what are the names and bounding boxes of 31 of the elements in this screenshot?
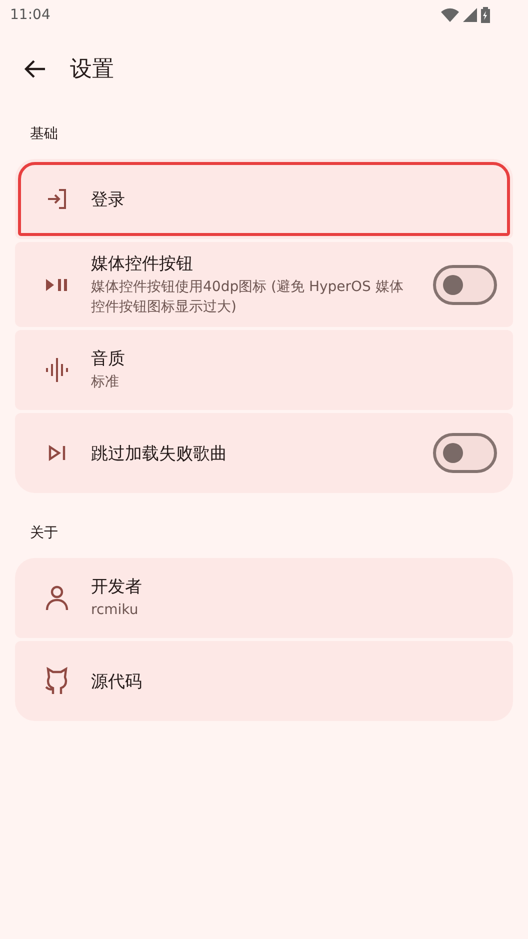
toggle-switch[interactable] — [433, 264, 497, 305]
battery-icon — [481, 7, 490, 23]
item-title: 音质 — [91, 348, 126, 370]
skip-next-icon — [48, 445, 66, 462]
section-title: 基础 — [29, 125, 59, 144]
item-subtitle: 媒体控件按钮使用40dp图标 (避免 HyperOS 媒体控件按钮图标显示过大) — [91, 278, 404, 317]
item-subtitle: 标准 — [91, 373, 120, 392]
settings-item[interactable]: 开发者 rcmiku — [15, 558, 513, 638]
login-icon — [45, 187, 69, 211]
status-time: 11:04 — [10, 7, 50, 23]
item-title: 登录 — [91, 188, 126, 210]
item-title: 跳过加载失败歌曲 — [91, 442, 228, 465]
item-title: 开发者 — [91, 576, 143, 598]
item-title: 源代码 — [91, 670, 143, 693]
settings-item[interactable]: 登录 — [15, 159, 513, 239]
waveform-icon — [45, 357, 69, 384]
play-pause-icon — [46, 278, 68, 292]
wifi-icon — [441, 8, 459, 22]
page-title: 设置 — [70, 56, 114, 84]
settings-item[interactable]: 跳过加载失败歌曲 — [15, 413, 513, 494]
signal-icon — [463, 8, 477, 22]
section-title: 关于 — [29, 524, 59, 544]
settings-item[interactable]: 音质 标准 — [15, 330, 513, 410]
item-title: 媒体控件按钮 — [91, 253, 194, 275]
item-subtitle: rcmiku — [91, 601, 140, 620]
settings-item[interactable]: 媒体控件按钮 媒体控件按钮使用40dp图标 (避免 HyperOS 媒体控件按钮图标显示过大) — [15, 242, 513, 328]
toggle-switch[interactable] — [433, 433, 497, 474]
settings-item[interactable]: 源代码 — [15, 641, 513, 722]
cat-icon — [44, 667, 70, 696]
person-icon — [45, 585, 69, 612]
back-arrow-icon — [24, 59, 46, 79]
